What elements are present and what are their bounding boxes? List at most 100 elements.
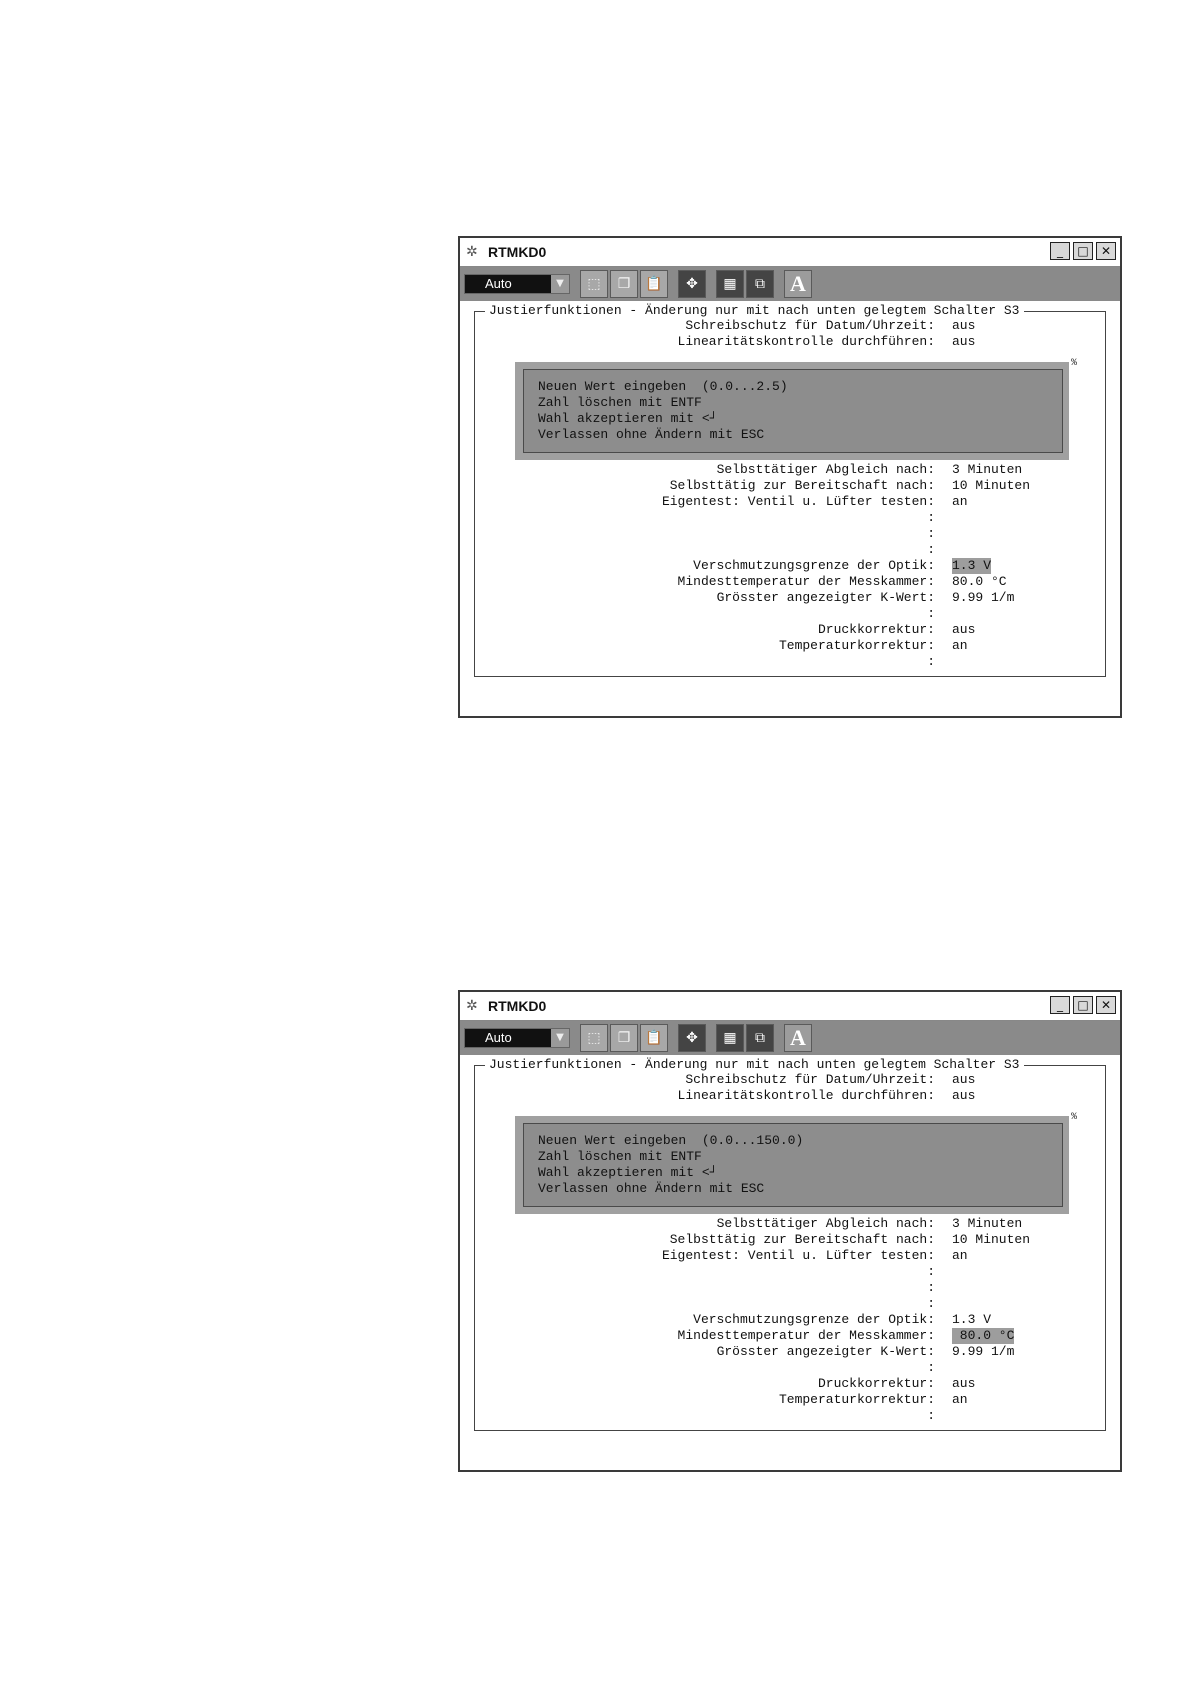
setting-value[interactable]: 80.0 °C: [952, 1328, 1015, 1344]
console-area[interactable]: Justierfunktionen - Änderung nur mit nac…: [460, 1055, 1120, 1470]
fullscreen-icon[interactable]: ✥: [678, 270, 706, 298]
setting-label: :: [927, 542, 935, 557]
setting-row: Eigentest: Ventil u. Lüfter testen: an: [475, 494, 1107, 510]
setting-row: Grösster angezeigter K-Wert: 9.99 1/m: [475, 590, 1107, 606]
mode-select[interactable]: Auto ▼: [464, 1028, 570, 1048]
setting-label: :: [927, 1360, 935, 1375]
setting-row: Druckkorrektur: aus: [475, 1376, 1107, 1392]
background-icon[interactable]: ⧉: [746, 270, 774, 298]
setting-value[interactable]: an: [952, 1392, 968, 1408]
font-icon[interactable]: A: [784, 270, 812, 298]
popup-line: Wahl akzeptieren mit <┘: [538, 411, 718, 426]
title-bar[interactable]: ✲ RTMKD0 _ □ ✕: [460, 238, 1120, 267]
background-icon[interactable]: ⧉: [746, 1024, 774, 1052]
title-bar[interactable]: ✲ RTMKD0 _ □ ✕: [460, 992, 1120, 1021]
setting-value[interactable]: 10 Minuten: [952, 478, 1030, 494]
value-entry-popup[interactable]: Neuen Wert eingeben (0.0...2.5) Zahl lösc…: [523, 369, 1063, 453]
close-button[interactable]: ✕: [1096, 996, 1116, 1014]
paste-icon[interactable]: 📋: [640, 1024, 668, 1052]
setting-row: Selbsttätig zur Bereitschaft nach: 10 Min…: [475, 1232, 1107, 1248]
minimize-button[interactable]: _: [1050, 242, 1070, 260]
setting-value[interactable]: aus: [952, 1072, 975, 1088]
popup-line: Wahl akzeptieren mit <┘: [538, 1165, 718, 1180]
setting-label: Schreibschutz für Datum/Uhrzeit:: [685, 318, 935, 333]
minimize-button[interactable]: _: [1050, 996, 1070, 1014]
properties-icon[interactable]: ▦: [716, 270, 744, 298]
setting-value[interactable]: 1.3 V: [952, 1312, 991, 1328]
toolbar: Auto ▼ ⬚ ❐ 📋 ✥ ▦ ⧉ A: [460, 1021, 1120, 1055]
setting-value[interactable]: 1.3 V: [952, 558, 992, 574]
settings-group: Justierfunktionen - Änderung nur mit nac…: [474, 1057, 1107, 1431]
setting-row: Temperaturkorrektur: an: [475, 638, 1107, 654]
setting-label: Eigentest: Ventil u. Lüfter testen:: [661, 494, 935, 509]
chevron-down-icon[interactable]: ▼: [551, 1029, 569, 1047]
setting-label: Temperaturkorrektur:: [778, 638, 935, 653]
setting-value[interactable]: aus: [952, 318, 975, 334]
setting-row: Druckkorrektur: aus: [475, 622, 1107, 638]
setting-label: Linearitätskontrolle durchführen:: [677, 1088, 935, 1103]
setting-label: Grösster angezeigter K-Wert:: [716, 590, 935, 605]
setting-row: :: [475, 1264, 1107, 1280]
setting-value[interactable]: 9.99 1/m: [952, 590, 1014, 606]
setting-row: Mindesttemperatur der Messkammer: 80.0 °C: [475, 574, 1107, 590]
setting-row: :: [475, 1408, 1107, 1424]
setting-row: :: [475, 1296, 1107, 1312]
setting-value[interactable]: an: [952, 638, 968, 654]
copy-icon[interactable]: ❐: [610, 1024, 638, 1052]
setting-row: :: [475, 1280, 1107, 1296]
setting-value[interactable]: an: [952, 1248, 968, 1264]
popup-line: Verlassen ohne Ändern mit ESC: [538, 427, 765, 442]
setting-value[interactable]: aus: [952, 622, 975, 638]
setting-value[interactable]: an: [952, 494, 968, 510]
setting-value[interactable]: aus: [952, 1088, 975, 1104]
group-title: Justierfunktionen - Änderung nur mit nac…: [485, 303, 1024, 319]
app-icon: ✲: [466, 998, 478, 1014]
setting-label: :: [927, 606, 935, 621]
setting-label: Selbsttätiger Abgleich nach:: [716, 462, 935, 477]
properties-icon[interactable]: ▦: [716, 1024, 744, 1052]
setting-row: :: [475, 606, 1107, 622]
setting-value[interactable]: aus: [952, 1376, 975, 1392]
setting-label: Mindesttemperatur der Messkammer:: [677, 574, 935, 589]
setting-label: :: [927, 510, 935, 525]
window-title: RTMKD0: [488, 244, 547, 260]
setting-row: Grösster angezeigter K-Wert: 9.99 1/m: [475, 1344, 1107, 1360]
setting-row: Linearitätskontrolle durchführen: aus: [475, 334, 1107, 350]
setting-row: :: [475, 526, 1107, 542]
setting-label: :: [927, 1296, 935, 1311]
font-icon[interactable]: A: [784, 1024, 812, 1052]
setting-value[interactable]: 10 Minuten: [952, 1232, 1030, 1248]
setting-row: :: [475, 542, 1107, 558]
setting-row: Verschmutzungsgrenze der Optik: 1.3 V: [475, 1312, 1107, 1328]
select-icon[interactable]: ⬚: [580, 270, 608, 298]
popup-line: Zahl löschen mit ENTF: [538, 395, 702, 410]
setting-value[interactable]: aus: [952, 334, 975, 350]
maximize-button[interactable]: □: [1073, 242, 1093, 260]
setting-row: Mindesttemperatur der Messkammer: 80.0 °…: [475, 1328, 1107, 1344]
mode-select-value: Auto: [485, 1030, 512, 1045]
group-title: Justierfunktionen - Änderung nur mit nac…: [485, 1057, 1024, 1073]
setting-value[interactable]: 9.99 1/m: [952, 1344, 1014, 1360]
console-area[interactable]: Justierfunktionen - Änderung nur mit nac…: [460, 301, 1120, 716]
setting-row: :: [475, 510, 1107, 526]
setting-value[interactable]: 3 Minuten: [952, 1216, 1022, 1232]
setting-value[interactable]: 3 Minuten: [952, 462, 1022, 478]
select-icon[interactable]: ⬚: [580, 1024, 608, 1052]
value-entry-popup[interactable]: Neuen Wert eingeben (0.0...150.0) Zahl lö…: [523, 1123, 1063, 1207]
setting-value[interactable]: 80.0 °C: [952, 574, 1007, 590]
setting-label: Grösster angezeigter K-Wert:: [716, 1344, 935, 1359]
setting-row: Temperaturkorrektur: an: [475, 1392, 1107, 1408]
chevron-down-icon[interactable]: ▼: [551, 275, 569, 293]
setting-row: Selbsttätiger Abgleich nach: 3 Minuten: [475, 1216, 1107, 1232]
maximize-button[interactable]: □: [1073, 996, 1093, 1014]
app-window: ✲ RTMKD0 _ □ ✕ Auto ▼ ⬚ ❐ 📋 ✥ ▦ ⧉ A Just…: [458, 236, 1122, 718]
fullscreen-icon[interactable]: ✥: [678, 1024, 706, 1052]
app-icon: ✲: [466, 244, 478, 260]
copy-icon[interactable]: ❐: [610, 270, 638, 298]
close-button[interactable]: ✕: [1096, 242, 1116, 260]
popup-line: Neuen Wert eingeben (0.0...150.0): [538, 1133, 804, 1148]
corner-mark: %: [1071, 1112, 1078, 1123]
paste-icon[interactable]: 📋: [640, 270, 668, 298]
setting-label: Druckkorrektur:: [817, 1376, 935, 1391]
mode-select[interactable]: Auto ▼: [464, 274, 570, 294]
